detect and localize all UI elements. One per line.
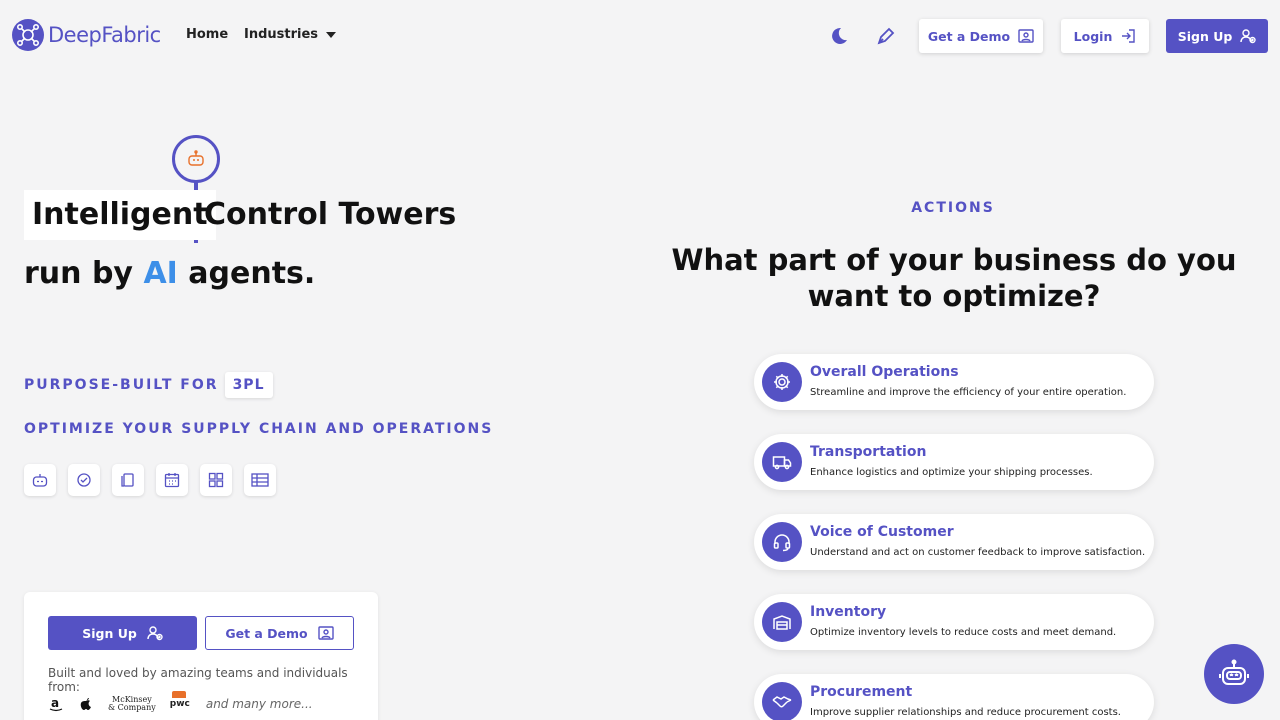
nav-home[interactable]: Home xyxy=(186,27,228,42)
moon-icon[interactable] xyxy=(826,24,850,48)
check-circle-icon[interactable] xyxy=(68,464,100,496)
customer-logos: a McKinsey & Company pwc and many more..… xyxy=(48,691,313,712)
purpose-built-label: PURPOSE-BUILT FOR xyxy=(24,377,219,393)
purpose-built-row: PURPOSE-BUILT FOR 3PL xyxy=(24,372,273,398)
headline-ai: AI xyxy=(143,256,178,291)
card-desc: Optimize inventory levels to reduce cost… xyxy=(810,627,1117,638)
nav-industries-dropdown[interactable]: Industries xyxy=(244,27,337,42)
signup-button[interactable]: Sign Up xyxy=(1166,19,1268,53)
cta-demo-button[interactable]: Get a Demo xyxy=(205,616,354,650)
gear-icon xyxy=(762,362,802,402)
headline-agents: agents. xyxy=(188,256,316,291)
loved-by-text: Built and loved by amazing teams and ind… xyxy=(48,666,348,694)
deepfabric-logo-icon xyxy=(12,19,44,51)
industry-tag[interactable]: 3PL xyxy=(224,372,273,398)
card-title: Inventory xyxy=(810,604,887,620)
login-arrow-icon xyxy=(1122,29,1136,43)
chatbot-icon xyxy=(1219,659,1249,685)
svg-text:a: a xyxy=(51,696,59,710)
caret-down-icon xyxy=(326,31,337,38)
card-desc: Enhance logistics and optimize your ship… xyxy=(810,467,1093,478)
headset-icon xyxy=(762,522,802,562)
cta-demo-label: Get a Demo xyxy=(225,625,308,641)
action-card-voice-of-customer[interactable]: Voice of Customer Understand and act on … xyxy=(754,514,1154,570)
action-card-procurement[interactable]: Procurement Improve supplier relationshi… xyxy=(754,674,1154,720)
table-icon[interactable] xyxy=(244,464,276,496)
cta-signup-button[interactable]: Sign Up xyxy=(48,616,197,650)
card-title: Transportation xyxy=(810,444,927,460)
action-card-overall-operations[interactable]: Overall Operations Streamline and improv… xyxy=(754,354,1154,410)
robot-pin-marker xyxy=(172,135,220,183)
get-demo-label: Get a Demo xyxy=(927,28,1011,44)
signup-label: Sign Up xyxy=(1177,28,1233,44)
chatbot-launcher-button[interactable] xyxy=(1204,644,1264,704)
pen-icon[interactable] xyxy=(874,24,898,48)
cta-signup-label: Sign Up xyxy=(82,625,137,641)
actions-label: ACTIONS xyxy=(911,200,995,216)
headline-line2: run by AI agents. xyxy=(24,252,315,296)
login-label: Login xyxy=(1073,28,1113,44)
actions-section: ACTIONS xyxy=(0,200,1280,216)
login-button[interactable]: Login xyxy=(1061,19,1149,53)
feature-icon-row xyxy=(24,464,276,496)
card-title: Overall Operations xyxy=(810,364,959,380)
user-plus-icon xyxy=(1240,29,1256,44)
nav-industries-label: Industries xyxy=(244,27,319,42)
optimize-question: What part of your business do you want t… xyxy=(671,243,1237,313)
amazon-logo: a xyxy=(49,696,63,712)
truck-icon xyxy=(762,442,802,482)
card-title: Voice of Customer xyxy=(810,524,954,540)
presentation-icon xyxy=(1018,29,1034,43)
card-desc: Improve supplier relationships and reduc… xyxy=(810,707,1121,718)
warehouse-icon xyxy=(762,602,802,642)
top-navbar: DeepFabric Home Industries Get a Demo Lo… xyxy=(0,0,1280,72)
brand-name: DeepFabric xyxy=(48,23,161,47)
optimize-tagline: OPTIMIZE YOUR SUPPLY CHAIN AND OPERATION… xyxy=(24,421,494,437)
card-desc: Streamline and improve the efficiency of… xyxy=(810,387,1127,398)
card-title: Procurement xyxy=(810,684,913,700)
action-card-inventory[interactable]: Inventory Optimize inventory levels to r… xyxy=(754,594,1154,650)
robot-icon xyxy=(188,150,204,166)
apple-logo xyxy=(80,698,91,710)
dashboard-icon[interactable] xyxy=(200,464,232,496)
brand-logo[interactable]: DeepFabric xyxy=(12,19,161,51)
get-demo-button[interactable]: Get a Demo xyxy=(919,19,1043,53)
and-more-text: and many more... xyxy=(205,697,313,711)
mckinsey-line2: & Company xyxy=(108,703,156,712)
handshake-icon xyxy=(762,682,802,720)
user-plus-icon xyxy=(147,626,163,641)
headline-run-by: run by xyxy=(24,256,133,291)
presentation-icon xyxy=(317,626,334,640)
action-card-transportation[interactable]: Transportation Enhance logistics and opt… xyxy=(754,434,1154,490)
card-desc: Understand and act on customer feedback … xyxy=(810,547,1146,558)
copy-icon[interactable] xyxy=(112,464,144,496)
mckinsey-logo: McKinsey & Company xyxy=(108,696,156,712)
signup-cta-card: Sign Up Get a Demo Built and loved by am… xyxy=(24,592,378,720)
robot-icon[interactable] xyxy=(24,464,56,496)
pwc-logo: pwc xyxy=(169,691,190,709)
calendar-icon[interactable] xyxy=(156,464,188,496)
